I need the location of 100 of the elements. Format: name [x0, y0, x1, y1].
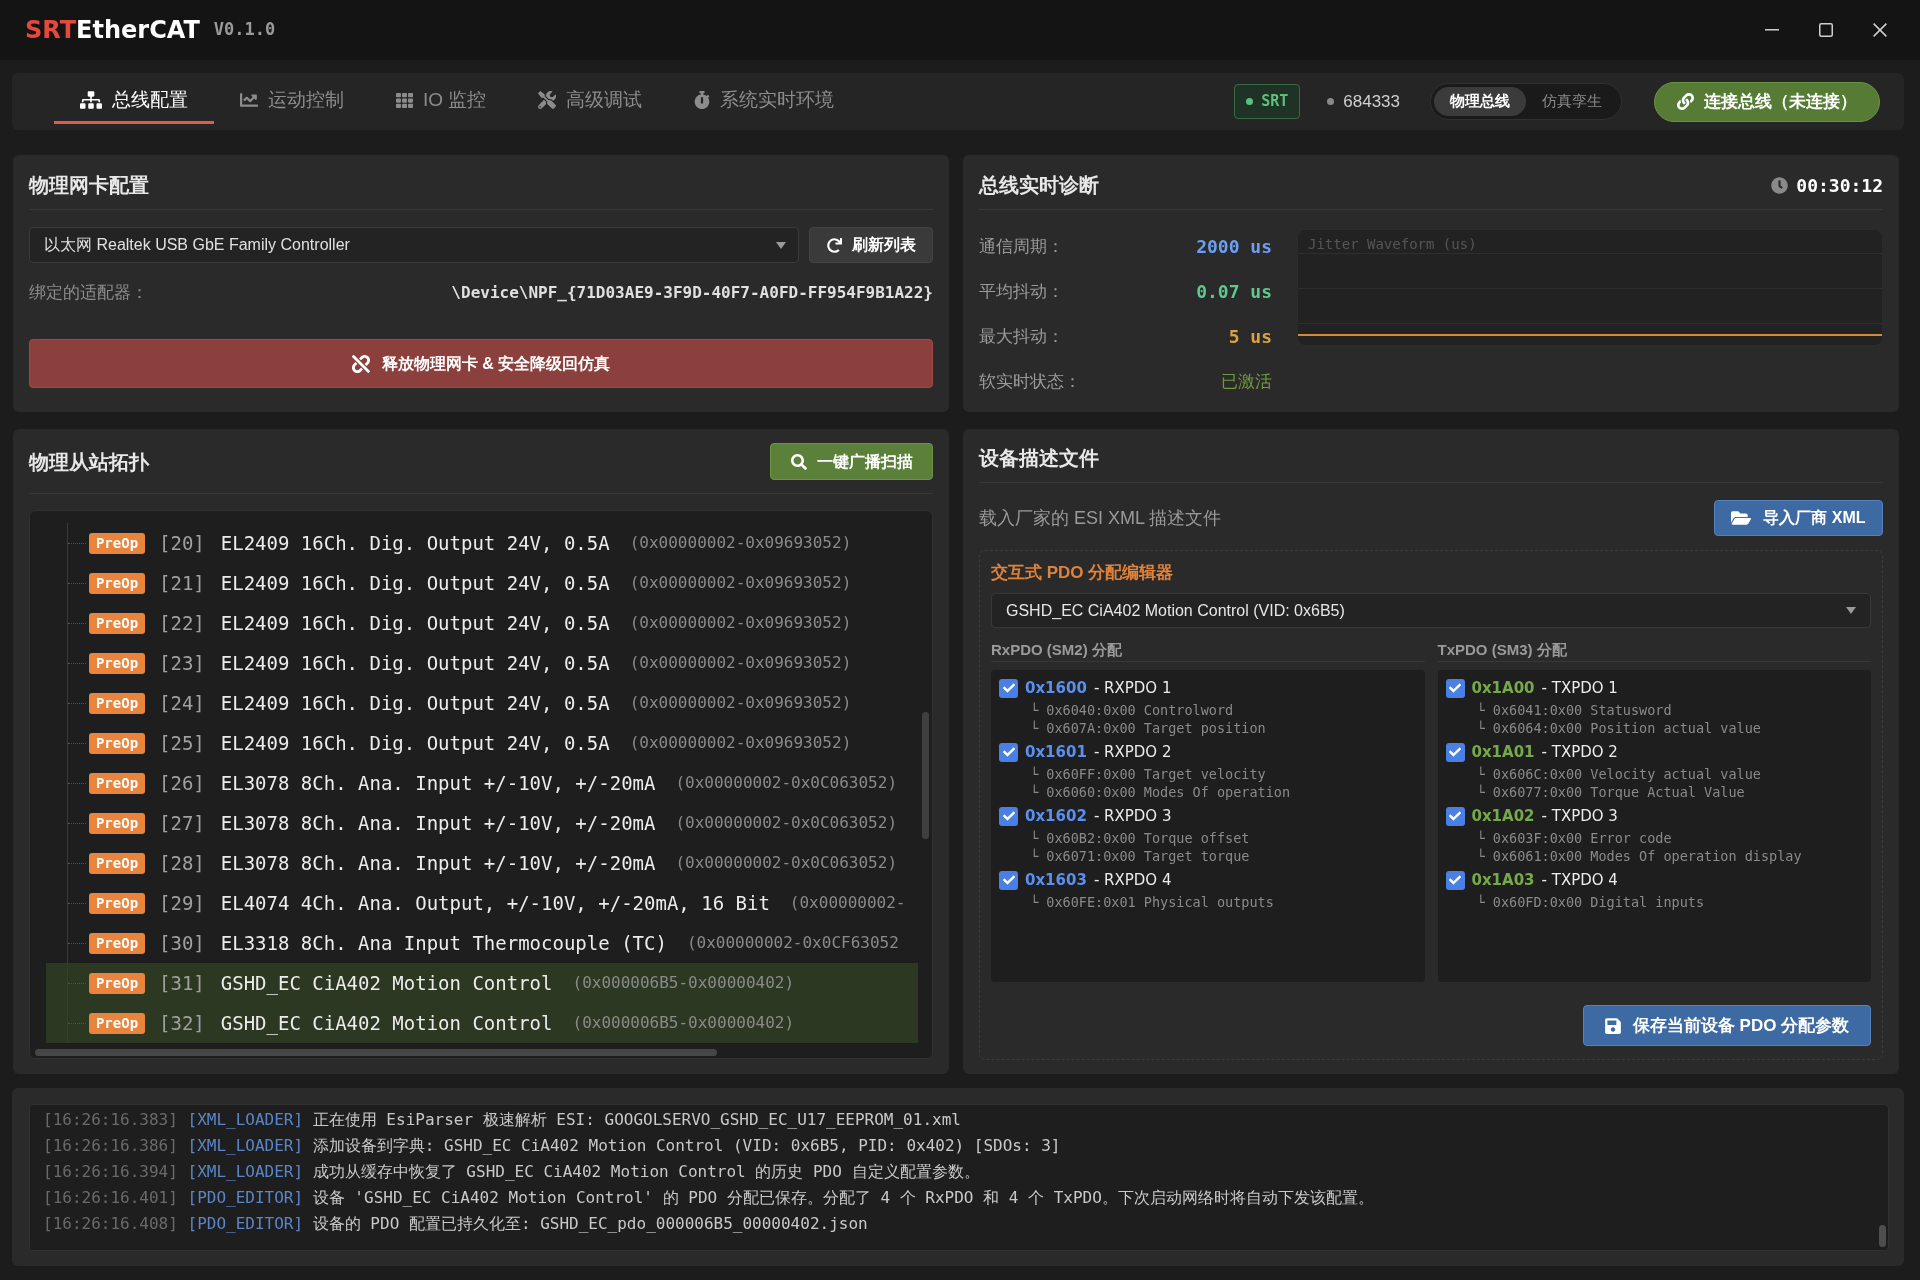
slave-name: EL2409 16Ch. Dig. Output 24V, 0.5A [220, 610, 610, 636]
slave-row[interactable]: PreOp [20] EL2409 16Ch. Dig. Output 24V, 0.5A (0x00000002-0x09693052) [46, 523, 918, 563]
slave-index: [29] [159, 890, 205, 916]
line-chart-icon [240, 91, 258, 109]
scan-button[interactable]: 一键广播扫描 [770, 443, 933, 480]
save-pdo-button[interactable]: 保存当前设备 PDO 分配参数 [1583, 1005, 1871, 1046]
metric-label: 平均抖动： [979, 280, 1064, 303]
metric-label: 软实时状态： [979, 370, 1081, 393]
caret-icon [776, 241, 786, 249]
pdo-name: - TXPDO 4 [1541, 869, 1618, 891]
slave-id: (0x00000002-0x0C063052) [675, 772, 897, 794]
slave-row[interactable]: PreOp [32] GSHD_EC CiA402 Motion Control (0x000006B5-0x00000402) [46, 1003, 918, 1043]
field-label: 绑定的适配器： [29, 282, 148, 305]
slave-row[interactable]: PreOp [22] EL2409 16Ch. Dig. Output 24V, 0.5A (0x00000002-0x09693052) [46, 603, 918, 643]
check-icon [1449, 682, 1461, 694]
counter-value: 684333 [1343, 90, 1400, 113]
mode-option[interactable]: 仿真孪生 [1526, 87, 1618, 116]
pdo-entry: └ 0x603F:0x00 Error code [1476, 829, 1673, 847]
pdo-index: 0x1600 [1025, 677, 1087, 699]
import-xml-button[interactable]: 导入厂商 XML [1714, 500, 1883, 536]
slave-index: [23] [159, 650, 205, 676]
slave-name: EL2409 16Ch. Dig. Output 24V, 0.5A [220, 730, 610, 756]
connect-button[interactable]: 连接总线（未连接） [1654, 81, 1880, 122]
checkbox[interactable] [999, 742, 1018, 762]
refresh-button[interactable]: 刷新列表 [809, 227, 933, 263]
slave-name: EL3318 8Ch. Ana Input Thermocouple (TC) [220, 930, 667, 956]
nav-tab[interactable]: 系统实时环境 [668, 79, 861, 124]
column-header: TxPDO (SM3) 分配 [1437, 639, 1567, 660]
state-badge: PreOp [89, 772, 145, 794]
slave-id: (0x00000002-0x09693052) [629, 532, 852, 554]
scrollbar-thumb[interactable] [1878, 1225, 1886, 1247]
slave-row[interactable]: PreOp [28] EL3078 8Ch. Ana. Input +/-10V, +/-20mA (0x00000002-0x0C063052) [46, 843, 918, 883]
check-icon [1449, 746, 1461, 758]
slave-row[interactable]: PreOp [29] EL4074 4Ch. Ana. Output, +/-10V, +/-20mA, 16 Bit (0x00000002- [46, 883, 918, 923]
metric-value: 2000 us [1196, 235, 1272, 259]
slave-row[interactable]: PreOp [27] EL3078 8Ch. Ana. Input +/-10V, +/-20mA (0x00000002-0x0C063052) [46, 803, 918, 843]
release-adapter-button[interactable]: 释放物理网卡 & 安全降级回仿真 [29, 339, 933, 388]
version-label: V0.1.0 [213, 18, 276, 42]
slave-index: [24] [159, 690, 205, 716]
slave-row[interactable]: PreOp [30] EL3318 8Ch. Ana Input Thermocouple (TC) (0x00000002-0x0CF63052 [46, 923, 918, 963]
slave-id: (0x000006B5-0x00000402) [572, 972, 795, 994]
nav-tab[interactable]: 运动控制 [214, 79, 370, 124]
mode-option[interactable]: 物理总线 [1434, 87, 1526, 116]
slave-row[interactable]: PreOp [24] EL2409 16Ch. Dig. Output 24V, 0.5A (0x00000002-0x09693052) [46, 683, 918, 723]
nav-tab[interactable]: 高级调试 [512, 79, 669, 124]
state-badge: PreOp [89, 532, 145, 554]
check-icon [1002, 682, 1015, 694]
nav-tab[interactable]: 总线配置 [54, 79, 214, 124]
slave-name: EL3078 8Ch. Ana. Input +/-10V, +/-20mA [220, 850, 656, 876]
checkbox[interactable] [999, 678, 1018, 698]
check-icon [1449, 810, 1461, 822]
checkbox[interactable] [1445, 678, 1465, 698]
hint-text: 载入厂家的 ESI XML 描述文件 [979, 506, 1222, 530]
stopwatch-icon [694, 91, 711, 109]
slave-row[interactable]: PreOp [25] EL2409 16Ch. Dig. Output 24V, 0.5A (0x00000002-0x09693052) [46, 723, 918, 763]
check-icon [1449, 874, 1461, 886]
slave-row[interactable]: PreOp [23] EL2409 16Ch. Dig. Output 24V, 0.5A (0x00000002-0x09693052) [46, 643, 918, 683]
slave-index: [25] [159, 730, 205, 756]
device-select[interactable]: GSHD_EC CiA402 Motion Control (VID: 0x6B5) [991, 593, 1871, 628]
state-badge: PreOp [89, 572, 145, 594]
slave-id: (0x00000002-0x0C063052) [675, 852, 897, 874]
adapter-select[interactable]: 以太网 Realtek USB GbE Family Controller [29, 227, 799, 263]
check-icon [1002, 746, 1015, 758]
panel-title: 物理从站拓扑 [29, 449, 149, 475]
slave-index: [26] [159, 770, 205, 796]
panel-title: 物理网卡配置 [29, 173, 149, 198]
log-line: [16:26:16.383] [XML_LOADER] 正在使用 EsiParser 极速解析 ESI: GOOGOLSERVO_GSHD_EC_U17_EEPROM_01.xml [43, 1109, 962, 1131]
checkbox[interactable] [1445, 806, 1465, 826]
metric-label: 最大抖动： [979, 325, 1064, 348]
slave-index: [21] [159, 570, 205, 596]
log-line: [16:26:16.386] [XML_LOADER] 添加设备到字典: GSHD_EC CiA402 Motion Control (VID: 0x6B5, PID: 0x402) [SDOs: 3] [43, 1135, 1062, 1157]
pdo-name: - TXPDO 1 [1541, 677, 1618, 699]
grid-icon [396, 91, 413, 109]
state-badge: PreOp [89, 732, 145, 754]
metric-label: 通信周期： [979, 235, 1064, 258]
slave-row[interactable]: PreOp [31] GSHD_EC CiA402 Motion Control (0x000006B5-0x00000402) [46, 963, 918, 1003]
slave-index: [32] [159, 1010, 205, 1036]
status-label: SRT [1261, 91, 1289, 113]
close-icon [1873, 23, 1887, 37]
nav-tab[interactable]: IO 监控 [370, 79, 513, 124]
checkbox[interactable] [999, 870, 1018, 890]
panel-title: 设备描述文件 [979, 446, 1099, 471]
slave-row[interactable]: PreOp [26] EL3078 8Ch. Ana. Input +/-10V, +/-20mA (0x00000002-0x0C063052) [46, 763, 918, 803]
slave-row[interactable]: PreOp [21] EL2409 16Ch. Dig. Output 24V, 0.5A (0x00000002-0x09693052) [46, 563, 918, 603]
slave-index: [27] [159, 810, 205, 836]
pdo-entry: └ 0x60FF:0x00 Target velocity [1030, 765, 1267, 783]
pdo-index: 0x1601 [1025, 741, 1087, 763]
slave-index: [31] [159, 970, 205, 996]
metric-value: 5 us [1228, 325, 1272, 349]
checkbox[interactable] [999, 806, 1018, 826]
scrollbar-thumb[interactable] [35, 1049, 717, 1056]
link-icon [1677, 93, 1694, 110]
pdo-name: - TXPDO 3 [1541, 805, 1618, 827]
slave-index: [28] [159, 850, 205, 876]
checkbox[interactable] [1445, 870, 1465, 890]
slave-index: [20] [159, 530, 205, 556]
slave-name: EL3078 8Ch. Ana. Input +/-10V, +/-20mA [220, 810, 656, 836]
checkbox[interactable] [1445, 742, 1465, 762]
slave-index: [22] [159, 610, 205, 636]
scrollbar-thumb[interactable] [921, 712, 929, 839]
